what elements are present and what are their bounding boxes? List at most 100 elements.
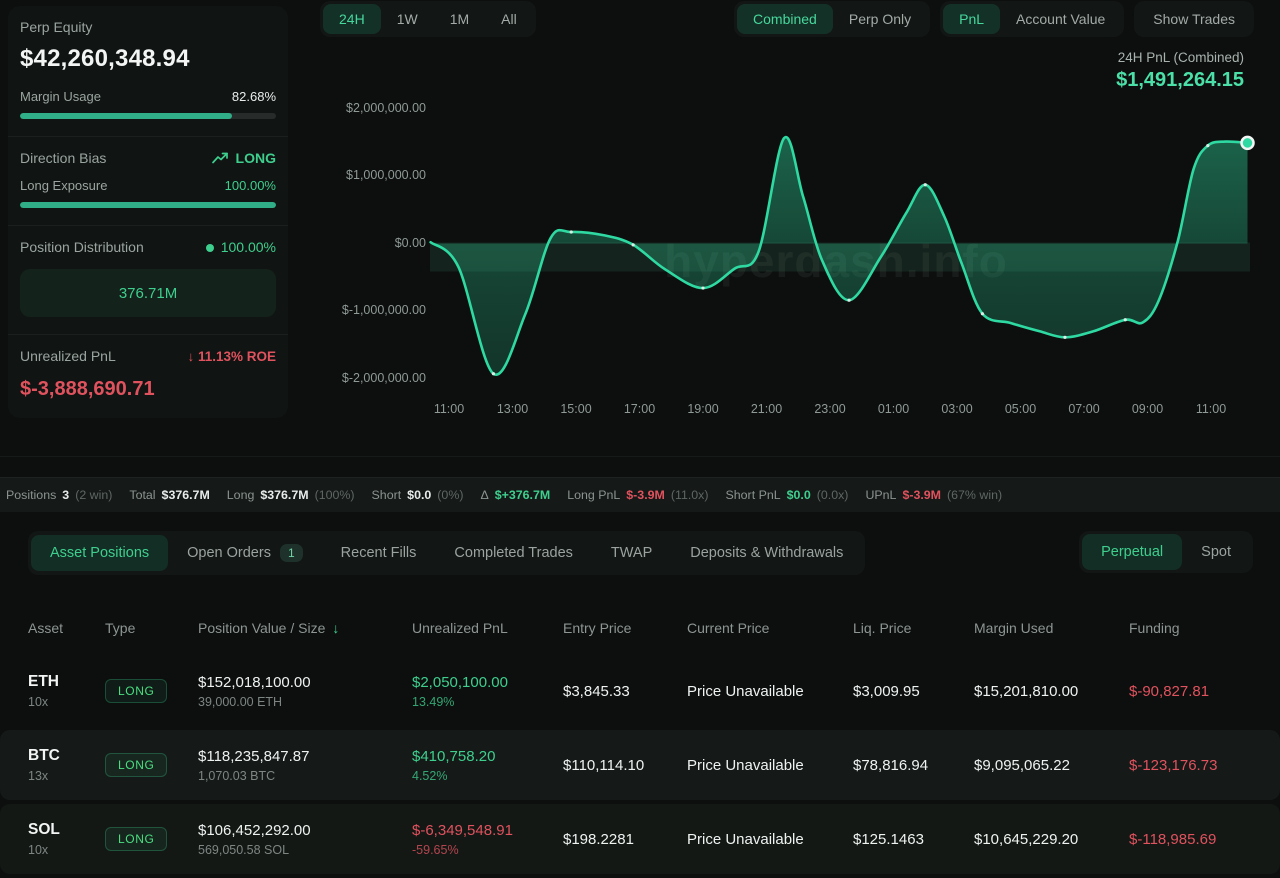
cell-type: LONG [105,827,198,851]
column-header-unrealized-pnl[interactable]: Unrealized PnL [412,620,563,636]
x-axis-tick: 11:00 [425,402,473,416]
summary-item-label: Short [372,488,402,502]
x-axis-tick: 03:00 [933,402,981,416]
summary-item-value: $0.0 [787,488,811,502]
section-tab-group: Asset PositionsOpen Orders1Recent Fills C… [28,531,865,575]
y-axis-tick: $0.00 [296,236,426,250]
mode-tab-combined[interactable]: Combined [737,4,833,34]
tab-asset-positions[interactable]: Asset Positions [31,535,168,571]
summary-item-value: $0.0 [407,488,431,502]
summary-item-: Δ$+376.7M [480,488,550,502]
cell-entry-price-value: $198.2281 [563,831,687,848]
column-header-funding[interactable]: Funding [1129,620,1280,636]
metric-tab-group: PnLAccount Value [940,1,1124,37]
column-header-label: Entry Price [563,620,631,636]
tab-deposits-withdrawals[interactable]: Deposits & Withdrawals [671,535,862,571]
direction-bias-label: Direction Bias [20,150,106,166]
market-tab-label: Perpetual [1101,544,1163,560]
cell-margin-used-value: $9,095,065.22 [974,757,1129,774]
metric-tab-account-value[interactable]: Account Value [1000,4,1121,34]
column-header-type[interactable]: Type [105,620,198,636]
x-axis-tick: 01:00 [870,402,918,416]
market-tab-perpetual[interactable]: Perpetual [1082,534,1182,570]
cell-current-price-value: Price Unavailable [687,683,853,700]
market-tab-spot[interactable]: Spot [1182,534,1250,570]
cell-asset: BTC13x [28,747,105,783]
y-axis-tick: $1,000,000.00 [296,168,426,182]
tab-label: Completed Trades [454,545,572,561]
asset-symbol: SOL [28,821,105,839]
tab-recent-fills[interactable]: Recent Fills [322,535,436,571]
time-range-tab-group: 24H1W 1M All [320,1,536,37]
data-point-dot [570,230,573,233]
cell-current-price: Price Unavailable [687,757,853,774]
column-header-asset[interactable]: Asset [28,620,105,636]
summary-item-label: UPnL [865,488,896,502]
position-distribution-row: Position Distribution 100.00% [20,239,276,255]
position-distribution-bucket[interactable]: 376.71M [20,269,276,317]
cell-unrealized-pnl: $410,758.204.52% [412,748,563,783]
pnl-area-chart[interactable] [296,95,1280,425]
account-overview-panel: Perp Equity $42,260,348.94 Margin Usage … [8,6,288,418]
cell-position-value: $152,018,100.00 39,000.00 ETH [198,674,412,709]
combine-mode-tab-group: Combined Perp Only [734,1,930,37]
roe-value: 11.13% ROE [198,349,276,364]
section-divider [0,456,1280,457]
tab-twap[interactable]: TWAP [592,535,671,571]
column-header-current-price[interactable]: Current Price [687,620,853,636]
data-point-dot [847,299,850,302]
cell-position-value: $106,452,292.00569,050.58 SOL [198,822,412,857]
margin-usage-bar-fill [20,113,232,119]
chart-header-label: 24H PnL (Combined) [1116,50,1244,65]
range-tab-24h[interactable]: 24H [323,4,381,34]
asset-symbol: ETH [28,673,105,691]
table-row-sol[interactable]: SOL10xLONG$106,452,292.00569,050.58 SOL$… [0,804,1280,874]
direction-bias-value-wrap: LONG [212,150,276,166]
cell-funding: $-123,176.73 [1129,757,1280,774]
tab-label: Deposits & Withdrawals [690,545,843,561]
column-header-label: Current Price [687,620,769,636]
position-value: $118,235,847.87 [198,748,412,765]
mode-tab-perp-only[interactable]: Perp Only [833,4,927,34]
long-exposure-bar [20,202,276,208]
data-point-dot [1206,144,1209,147]
position-size: 39,000.00 ETH [198,695,412,709]
sort-desc-icon: ↓ [332,620,339,636]
summary-item-note: (100%) [315,488,355,502]
mode-tab-label: Combined [753,11,817,27]
tab-completed-trades[interactable]: Completed Trades [435,535,591,571]
table-row-btc[interactable]: BTC13xLONG$118,235,847.871,070.03 BTC$41… [0,730,1280,800]
column-header-liq-price[interactable]: Liq. Price [853,620,974,636]
x-axis-tick: 05:00 [997,402,1045,416]
cell-entry-price: $3,845.33 [563,683,687,700]
column-header-label: Funding [1129,620,1180,636]
position-value: $152,018,100.00 [198,674,412,691]
x-axis-tick: 13:00 [489,402,537,416]
range-tab-1w[interactable]: 1W [381,4,434,34]
range-tab-1m[interactable]: 1M [434,4,485,34]
data-point-dot [492,372,495,375]
show-trades-group: Show Trades [1134,1,1254,37]
range-tab-all[interactable]: All [485,4,533,34]
asset-positions-table: AssetTypePosition Value / Size↓Unrealize… [0,608,1280,878]
cell-liq-price: $125.1463 [853,831,974,848]
summary-item-short: Short$0.0(0%) [372,488,464,502]
column-header-label: Liq. Price [853,620,911,636]
perp-equity-label: Perp Equity [20,19,276,35]
x-axis-tick: 09:00 [1124,402,1172,416]
column-header-margin-used[interactable]: Margin Used [974,620,1129,636]
margin-usage-row: Margin Usage 82.68% [20,89,276,104]
cell-funding: $-118,985.69 [1129,831,1280,848]
table-row-eth[interactable]: ETH10xLONG$152,018,100.0039,000.00 ETH$2… [0,656,1280,726]
data-point-dot [1124,318,1127,321]
range-tab-label: 1M [450,11,469,27]
data-point-dot [1063,336,1066,339]
show-trades-button-show-trades[interactable]: Show Trades [1137,4,1251,34]
long-exposure-value: 100.00% [225,178,276,193]
metric-tab-pnl[interactable]: PnL [943,4,1000,34]
data-point-dot [924,183,927,186]
tab-open-orders[interactable]: Open Orders1 [168,534,322,572]
cell-margin-used: $15,201,810.00 [974,683,1129,700]
column-header-position-value-size[interactable]: Position Value / Size↓ [198,620,412,636]
column-header-entry-price[interactable]: Entry Price [563,620,687,636]
